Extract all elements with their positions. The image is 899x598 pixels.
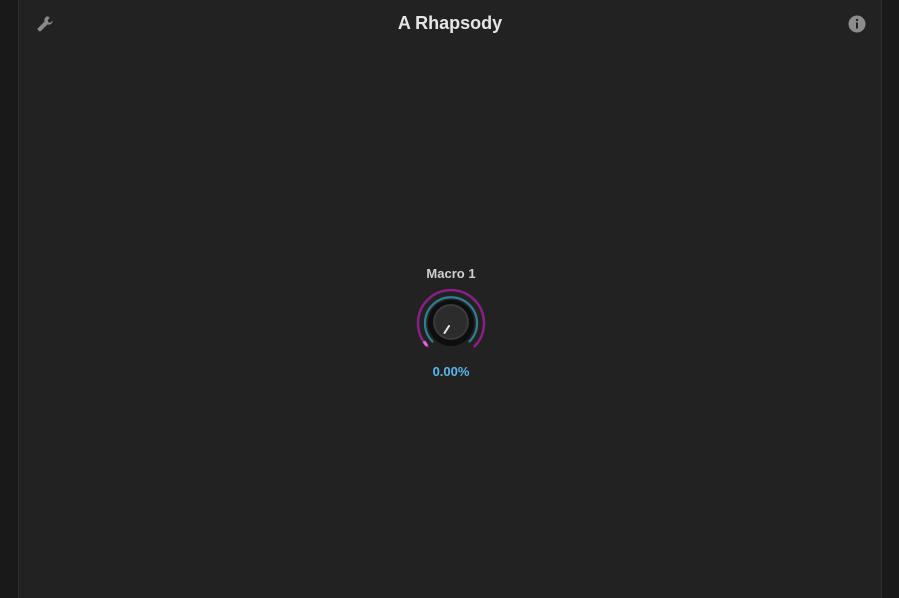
macro-knob[interactable] xyxy=(413,285,489,361)
panel-header: A Rhapsody xyxy=(19,0,881,48)
macro-control: Macro 1 0.00% xyxy=(401,266,501,386)
info-icon[interactable] xyxy=(848,15,866,33)
plugin-title: A Rhapsody xyxy=(397,13,503,33)
app-window: A Rhapsody Macro 1 0.00% xyxy=(0,0,899,598)
macro-value: 0.00% xyxy=(432,364,470,379)
macro-label: Macro 1 xyxy=(426,266,476,281)
plugin-panel: A Rhapsody Macro 1 0.00% xyxy=(18,0,882,598)
